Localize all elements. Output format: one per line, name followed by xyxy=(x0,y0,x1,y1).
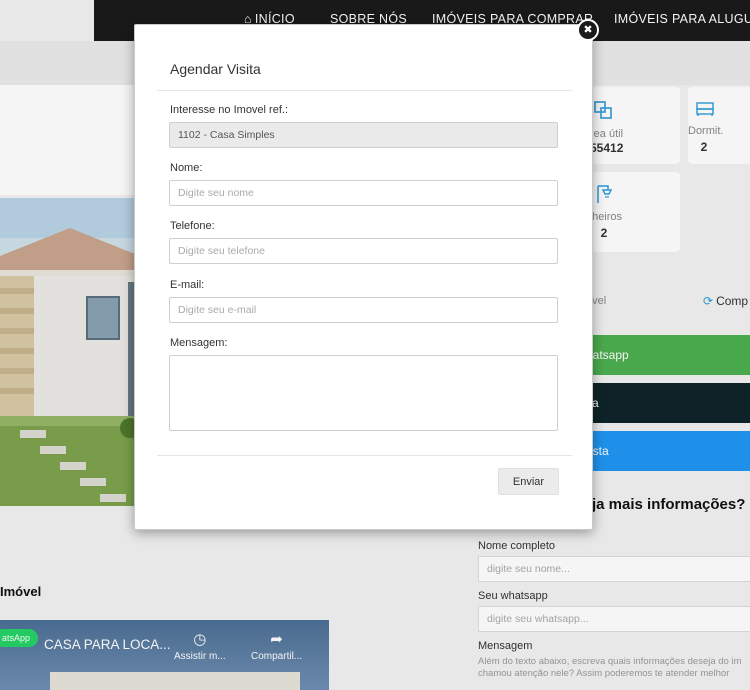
modal-title: Agendar Visita xyxy=(170,61,261,77)
message-textarea[interactable] xyxy=(169,355,558,431)
name-input[interactable] xyxy=(169,180,558,206)
property-ref-field xyxy=(169,122,558,148)
send-button[interactable]: Enviar xyxy=(498,468,559,495)
modal-footer-divider xyxy=(157,455,572,456)
property-ref-label: Interesse no Imovel ref.: xyxy=(170,104,288,116)
schedule-visit-modal: Agendar Visita Interesse no Imovel ref.:… xyxy=(134,24,593,530)
close-icon[interactable]: ✖ xyxy=(577,19,599,41)
name-label: Nome: xyxy=(170,162,203,174)
email-label: E-mail: xyxy=(170,279,205,291)
phone-label: Telefone: xyxy=(170,220,215,232)
modal-header-divider xyxy=(157,90,572,91)
email-input[interactable] xyxy=(169,297,558,323)
message-label: Mensagem: xyxy=(170,337,228,349)
phone-input[interactable] xyxy=(169,238,558,264)
